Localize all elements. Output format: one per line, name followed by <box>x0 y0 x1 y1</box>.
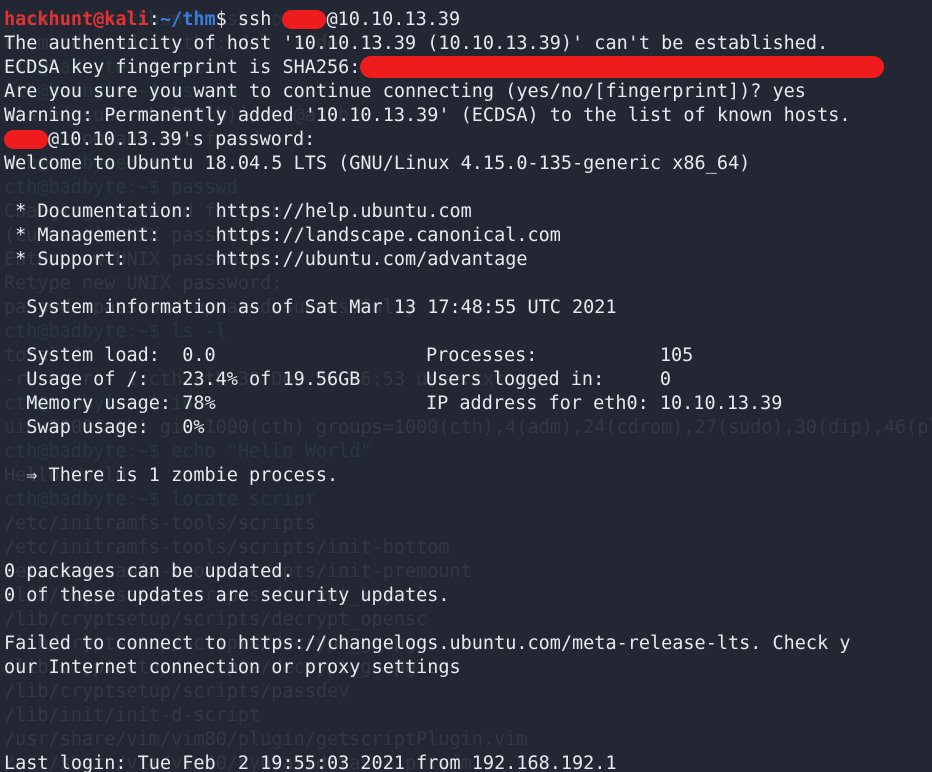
ssh-command: ssh <box>226 9 283 30</box>
local-user-host: hackhunt@kali <box>4 9 149 30</box>
warning-line: Warning: Permanently added '10.10.13.39'… <box>4 105 851 126</box>
authenticity-line: The authenticity of host '10.10.13.39 (1… <box>4 33 829 54</box>
stat-swap-usage: Swap usage: 0% <box>4 417 205 438</box>
redacted-fingerprint-bar <box>360 56 885 78</box>
terminal-window[interactable]: command 'hackhunt' ssh not found command… <box>0 0 932 772</box>
stat-row-load: System load: 0.0 Processes: 105 <box>0 344 932 368</box>
failed-connect-line-1: Failed to connect to https://changelogs.… <box>4 633 851 654</box>
zombie-process-line: ⇒ There is 1 zombie process. <box>4 465 339 486</box>
stat-system-load: System load: 0.0 <box>4 345 216 366</box>
packages-updatable-line: 0 packages can be updated. <box>4 561 294 582</box>
prompt-line-local: hackhunt@kali:~/thm$ ssh @10.10.13.39 <box>0 8 932 32</box>
failed-connect-line-2: our Internet connection or proxy setting… <box>4 657 461 678</box>
system-information-header: System information as of Sat Mar 13 17:4… <box>4 297 617 318</box>
password-prompt-text: @10.10.13.39's password: <box>48 129 316 150</box>
stat-row-usage: Usage of /: 23.4% of 19.56GB Users logged… <box>0 368 932 392</box>
prompt-sigil: $ <box>215 9 227 30</box>
stat-ip-address: IP address for eth0: 10.10.13.39 <box>426 393 783 414</box>
last-login-line: Last login: Tue Feb 2 19:55:03 2021 from… <box>4 753 617 772</box>
stat-row-swap: Swap usage: 0% <box>0 416 932 440</box>
stat-users-logged-in: Users logged in: 0 <box>426 369 672 390</box>
welcome-line: Welcome to Ubuntu 18.04.5 LTS (GNU/Linux… <box>4 153 751 174</box>
password-prompt-line: @10.10.13.39's password: <box>0 128 932 152</box>
confirm-prompt-line: Are you sure you want to continue connec… <box>4 81 806 102</box>
stat-memory-usage: Memory usage: 78% <box>4 393 216 414</box>
ecdsa-fingerprint-line: ECDSA key fingerprint is SHA256: <box>0 56 932 80</box>
local-path: ~/thm <box>159 9 216 30</box>
stat-processes: Processes: 105 <box>426 345 694 366</box>
ssh-host: @10.10.13.39 <box>326 9 461 30</box>
terminal-output: hackhunt@kali:~/thm$ ssh @10.10.13.39 Th… <box>0 0 932 772</box>
support-line: * Support: https://ubuntu.com/advantage <box>4 249 528 270</box>
stat-disk-usage: Usage of /: 23.4% of 19.56GB <box>4 369 361 390</box>
management-line: * Management: https://landscape.canonica… <box>4 225 561 246</box>
security-updates-line: 0 of these updates are security updates. <box>4 585 450 606</box>
stat-row-memory: Memory usage: 78% IP address for eth0: 10… <box>0 392 932 416</box>
ecdsa-prefix: ECDSA key fingerprint is SHA256: <box>4 57 361 78</box>
redacted-username-bar <box>4 129 48 149</box>
redacted-username-bar <box>282 9 327 29</box>
documentation-line: * Documentation: https://help.ubuntu.com <box>4 201 472 222</box>
prompt-colon: : <box>148 9 160 30</box>
